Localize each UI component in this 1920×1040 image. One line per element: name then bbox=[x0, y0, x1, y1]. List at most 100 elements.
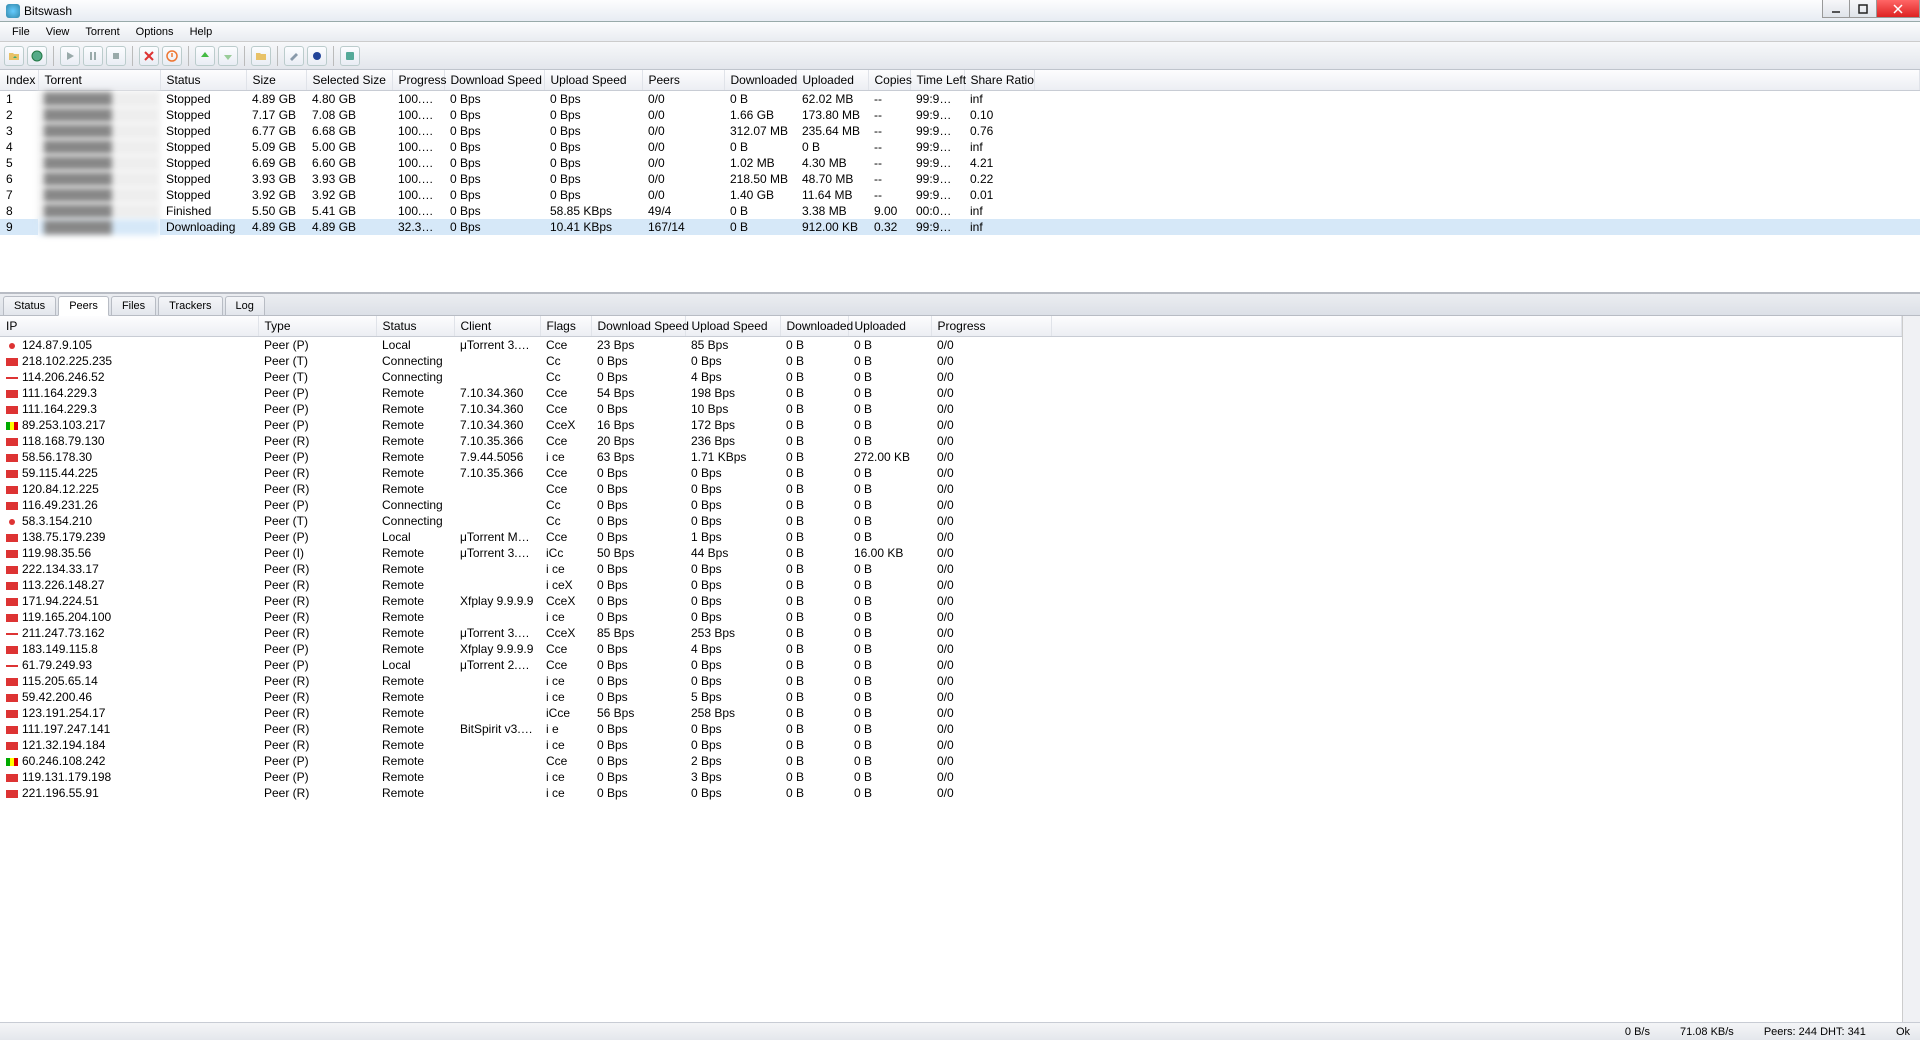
flag-icon bbox=[6, 422, 18, 430]
app-icon bbox=[6, 4, 20, 18]
torrent-col-header[interactable]: Size bbox=[246, 70, 306, 91]
torrent-row[interactable]: 9████████Downloading4.89 GB4.89 GB32.36%… bbox=[0, 219, 1920, 235]
tab-status[interactable]: Status bbox=[3, 296, 56, 315]
flag-icon bbox=[6, 406, 18, 414]
move-down-button[interactable] bbox=[218, 46, 238, 66]
open-torrent-button[interactable] bbox=[4, 46, 24, 66]
play-button[interactable] bbox=[60, 46, 80, 66]
peer-row[interactable]: 59.115.44.225Peer (R)Remote7.10.35.366Cc… bbox=[0, 465, 1902, 481]
peer-row[interactable]: 211.247.73.162Peer (R)RemoteμTorrent 3.5… bbox=[0, 625, 1902, 641]
pause-button[interactable] bbox=[83, 46, 103, 66]
settings-button[interactable] bbox=[284, 46, 304, 66]
peer-row[interactable]: 218.102.225.235Peer (T)ConnectingCc0 Bps… bbox=[0, 353, 1902, 369]
peer-row[interactable]: 118.168.79.130Peer (R)Remote7.10.35.366C… bbox=[0, 433, 1902, 449]
peer-col-header[interactable]: Uploaded bbox=[848, 316, 931, 337]
peer-row[interactable]: 115.205.65.14Peer (R)Remotei ce0 Bps0 Bp… bbox=[0, 673, 1902, 689]
peer-col-header[interactable]: IP bbox=[0, 316, 258, 337]
peer-row[interactable]: 120.84.12.225Peer (R)RemoteCce0 Bps0 Bps… bbox=[0, 481, 1902, 497]
peer-row[interactable]: 119.131.179.198Peer (P)Remotei ce0 Bps3 … bbox=[0, 769, 1902, 785]
torrent-col-header[interactable]: Downloaded bbox=[724, 70, 796, 91]
torrent-row[interactable]: 6████████Stopped3.93 GB3.93 GB100.00%0 B… bbox=[0, 171, 1920, 187]
torrent-col-header[interactable]: Upload Speed bbox=[544, 70, 642, 91]
title-bar[interactable]: Bitswash bbox=[0, 0, 1920, 22]
peer-row[interactable]: 59.42.200.46Peer (R)Remotei ce0 Bps5 Bps… bbox=[0, 689, 1902, 705]
flag-icon bbox=[6, 438, 18, 446]
torrent-col-header[interactable]: Torrent bbox=[38, 70, 160, 91]
peer-col-header[interactable]: Upload Speed bbox=[685, 316, 780, 337]
maximize-button[interactable] bbox=[1849, 0, 1877, 18]
torrent-row[interactable]: 4████████Stopped5.09 GB5.00 GB100.00%0 B… bbox=[0, 139, 1920, 155]
menu-help[interactable]: Help bbox=[182, 24, 221, 40]
peer-row[interactable]: 124.87.9.105Peer (P)LocalμTorrent 3.5.1C… bbox=[0, 337, 1902, 354]
peer-row[interactable]: 111.164.229.3Peer (P)Remote7.10.34.360Cc… bbox=[0, 401, 1902, 417]
toolbar-separator bbox=[53, 46, 54, 66]
flag-icon bbox=[6, 742, 18, 750]
peer-row[interactable]: 119.98.35.56Peer (I)RemoteμTorrent 3.0.0… bbox=[0, 545, 1902, 561]
peer-row[interactable]: 58.56.178.30Peer (P)Remote7.9.44.5056i c… bbox=[0, 449, 1902, 465]
remove-data-button[interactable] bbox=[162, 46, 182, 66]
peer-row[interactable]: 60.246.108.242Peer (P)RemoteCce0 Bps2 Bp… bbox=[0, 753, 1902, 769]
torrent-col-header[interactable]: Time Left bbox=[910, 70, 964, 91]
torrent-row[interactable]: 3████████Stopped6.77 GB6.68 GB100.00%0 B… bbox=[0, 123, 1920, 139]
stop-button[interactable] bbox=[106, 46, 126, 66]
peer-row[interactable]: 113.226.148.27Peer (R)Remotei ceX0 Bps0 … bbox=[0, 577, 1902, 593]
remove-button[interactable] bbox=[139, 46, 159, 66]
torrent-col-header[interactable]: Uploaded bbox=[796, 70, 868, 91]
scrollbar-vertical[interactable] bbox=[1902, 316, 1920, 1022]
open-folder-button[interactable] bbox=[251, 46, 271, 66]
theme-button[interactable] bbox=[307, 46, 327, 66]
peer-col-header[interactable]: Flags bbox=[540, 316, 591, 337]
peer-row[interactable]: 138.75.179.239Peer (P)LocalμTorrent Mac.… bbox=[0, 529, 1902, 545]
peer-row[interactable]: 61.79.249.93Peer (P)LocalμTorrent 2.2.1C… bbox=[0, 657, 1902, 673]
peer-col-header[interactable]: Client bbox=[454, 316, 540, 337]
peer-row[interactable]: 123.191.254.17Peer (R)RemoteiCce56 Bps25… bbox=[0, 705, 1902, 721]
peer-row[interactable]: 121.32.194.184Peer (R)Remotei ce0 Bps0 B… bbox=[0, 737, 1902, 753]
peer-row[interactable]: 119.165.204.100Peer (R)Remotei ce0 Bps0 … bbox=[0, 609, 1902, 625]
tab-log[interactable]: Log bbox=[225, 296, 265, 315]
torrent-col-header[interactable]: Share Ratio bbox=[964, 70, 1034, 91]
peer-row[interactable]: 111.197.247.141Peer (R)RemoteBitSpirit v… bbox=[0, 721, 1902, 737]
torrent-col-header[interactable]: Status bbox=[160, 70, 246, 91]
peer-col-header[interactable]: Downloaded bbox=[780, 316, 848, 337]
peer-col-header[interactable]: Type bbox=[258, 316, 376, 337]
open-url-button[interactable] bbox=[27, 46, 47, 66]
peer-row[interactable]: 116.49.231.26Peer (P)ConnectingCc0 Bps0 … bbox=[0, 497, 1902, 513]
peer-row[interactable]: 221.196.55.91Peer (R)Remotei ce0 Bps0 Bp… bbox=[0, 785, 1902, 801]
peer-col-header[interactable]: Download Speed bbox=[591, 316, 685, 337]
tab-trackers[interactable]: Trackers bbox=[158, 296, 222, 315]
torrent-row[interactable]: 7████████Stopped3.92 GB3.92 GB100.00%0 B… bbox=[0, 187, 1920, 203]
torrent-col-header[interactable]: Selected Size bbox=[306, 70, 392, 91]
menu-options[interactable]: Options bbox=[128, 24, 182, 40]
peer-col-header[interactable]: Progress bbox=[931, 316, 1051, 337]
refresh-button[interactable] bbox=[340, 46, 360, 66]
status-download: 0 B/s bbox=[1625, 1026, 1650, 1038]
tab-files[interactable]: Files bbox=[111, 296, 156, 315]
menu-view[interactable]: View bbox=[38, 24, 78, 40]
peer-row[interactable]: 111.164.229.3Peer (P)Remote7.10.34.360Cc… bbox=[0, 385, 1902, 401]
torrent-row[interactable]: 1████████Stopped4.89 GB4.80 GB100.00%0 B… bbox=[0, 91, 1920, 108]
menu-torrent[interactable]: Torrent bbox=[77, 24, 127, 40]
toolbar bbox=[0, 42, 1920, 70]
toolbar-separator bbox=[188, 46, 189, 66]
torrent-col-header[interactable]: Copies bbox=[868, 70, 910, 91]
menu-file[interactable]: File bbox=[4, 24, 38, 40]
tab-peers[interactable]: Peers bbox=[58, 296, 109, 316]
torrent-row[interactable]: 8████████Finished5.50 GB5.41 GB100.00%0 … bbox=[0, 203, 1920, 219]
peer-row[interactable]: 114.206.246.52Peer (T)ConnectingCc0 Bps4… bbox=[0, 369, 1902, 385]
peer-col-header[interactable]: Status bbox=[376, 316, 454, 337]
peer-row[interactable]: 183.149.115.8Peer (P)RemoteXfplay 9.9.9.… bbox=[0, 641, 1902, 657]
peer-row[interactable]: 58.3.154.210Peer (T)ConnectingCc0 Bps0 B… bbox=[0, 513, 1902, 529]
torrent-list-pane: IndexTorrentStatusSizeSelected SizeProgr… bbox=[0, 70, 1920, 294]
peer-row[interactable]: 89.253.103.217Peer (P)Remote7.10.34.360C… bbox=[0, 417, 1902, 433]
torrent-col-header[interactable]: Index bbox=[0, 70, 38, 91]
peer-row[interactable]: 222.134.33.17Peer (R)Remotei ce0 Bps0 Bp… bbox=[0, 561, 1902, 577]
minimize-button[interactable] bbox=[1822, 0, 1850, 18]
move-up-button[interactable] bbox=[195, 46, 215, 66]
close-button[interactable] bbox=[1876, 0, 1920, 18]
peer-row[interactable]: 171.94.224.51Peer (R)RemoteXfplay 9.9.9.… bbox=[0, 593, 1902, 609]
torrent-col-header[interactable]: Progress bbox=[392, 70, 444, 91]
torrent-col-header[interactable]: Peers bbox=[642, 70, 724, 91]
torrent-col-header[interactable]: Download Speed bbox=[444, 70, 544, 91]
torrent-row[interactable]: 5████████Stopped6.69 GB6.60 GB100.00%0 B… bbox=[0, 155, 1920, 171]
torrent-row[interactable]: 2████████Stopped7.17 GB7.08 GB100.00%0 B… bbox=[0, 107, 1920, 123]
